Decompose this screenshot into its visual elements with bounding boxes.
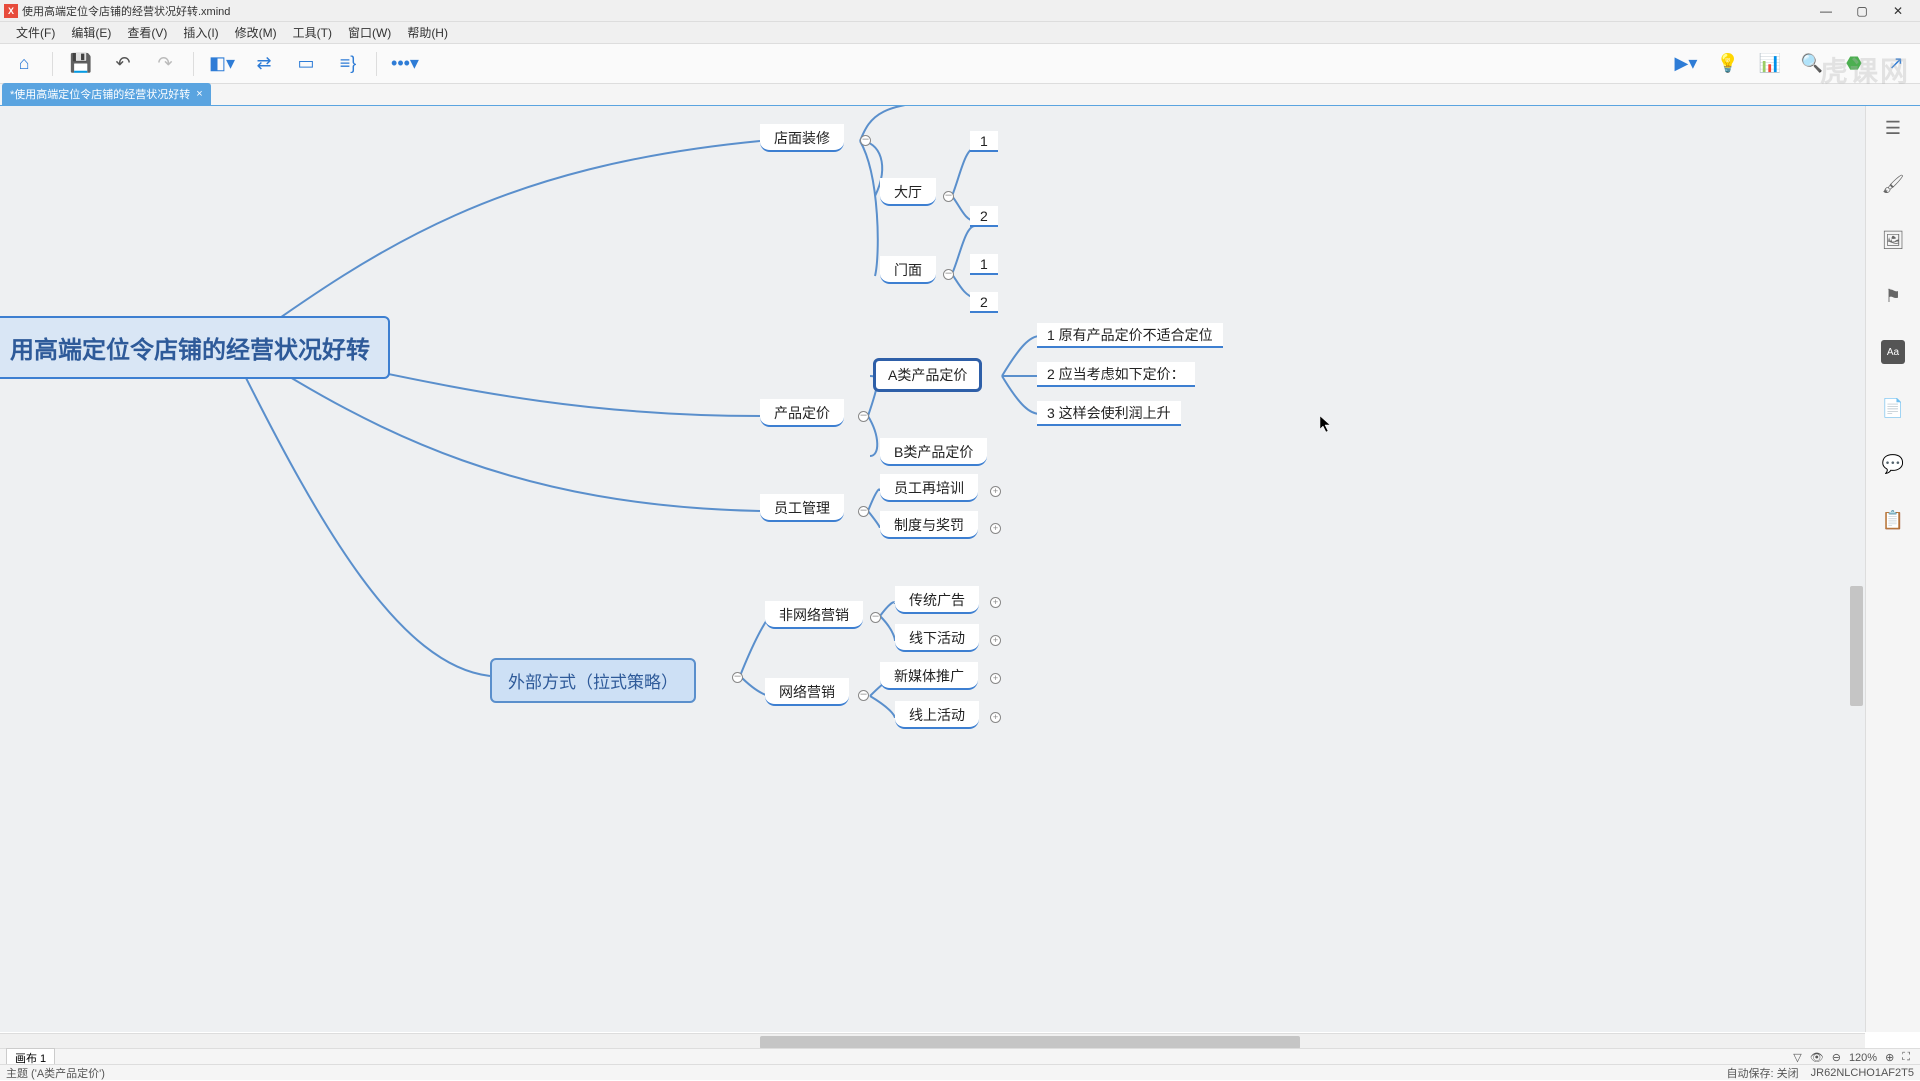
- maximize-button[interactable]: ▢: [1844, 0, 1880, 22]
- right-panel: ☰ 🖌 🖼 ⚑ Aa 📄 💬 📋: [1865, 106, 1920, 1032]
- collapse-icon[interactable]: –: [858, 690, 869, 701]
- tab-close-icon[interactable]: ×: [196, 88, 202, 100]
- idea-icon[interactable]: 💡: [1714, 50, 1742, 78]
- redo-icon[interactable]: ↷: [151, 50, 179, 78]
- task-icon[interactable]: 📋: [1881, 508, 1905, 532]
- node-offline[interactable]: 非网络营销: [765, 601, 863, 629]
- menu-insert[interactable]: 插入(I): [175, 24, 226, 41]
- scroll-thumb[interactable]: [1850, 586, 1863, 706]
- node-front-1[interactable]: 1: [970, 254, 998, 275]
- undo-icon[interactable]: ↶: [109, 50, 137, 78]
- collapse-icon[interactable]: –: [858, 506, 869, 517]
- vertical-scrollbar[interactable]: [1848, 106, 1865, 1032]
- expand-icon[interactable]: +: [990, 486, 1001, 497]
- node-decor[interactable]: 店面装修: [760, 124, 844, 152]
- search-icon[interactable]: 🔍: [1798, 50, 1826, 78]
- menu-help[interactable]: 帮助(H): [399, 24, 456, 41]
- expand-icon[interactable]: +: [990, 673, 1001, 684]
- status-code: JR62NLCHO1AF2T5: [1811, 1067, 1914, 1079]
- boundary-icon[interactable]: ▭: [292, 50, 320, 78]
- image-icon[interactable]: 🖼: [1881, 228, 1905, 252]
- fit-icon[interactable]: ⛶: [1898, 1051, 1914, 1064]
- app-icon: X: [4, 4, 18, 18]
- node-a3[interactable]: 3 这样会使利润上升: [1037, 401, 1181, 426]
- close-button[interactable]: ✕: [1880, 0, 1916, 22]
- zoom-level[interactable]: 120%: [1845, 1052, 1881, 1064]
- node-bpricing[interactable]: B类产品定价: [880, 438, 987, 466]
- menu-window[interactable]: 窗口(W): [340, 24, 399, 41]
- status-topic: 主题 ('A类产品定价'): [6, 1065, 105, 1081]
- node-act[interactable]: 线下活动: [895, 624, 979, 652]
- node-trad[interactable]: 传统广告: [895, 586, 979, 614]
- expand-icon[interactable]: +: [990, 712, 1001, 723]
- window-title: 使用高端定位令店铺的经营状况好转.xmind: [22, 3, 230, 19]
- titlebar: X 使用高端定位令店铺的经营状况好转.xmind — ▢ ✕: [0, 0, 1920, 22]
- document-tab[interactable]: *使用高端定位令店铺的经营状况好转 ×: [2, 83, 211, 105]
- outline-icon[interactable]: ☰: [1881, 116, 1905, 140]
- summary-icon[interactable]: ≡}: [334, 50, 362, 78]
- eye-icon[interactable]: 👁: [1806, 1051, 1828, 1064]
- format-icon[interactable]: 🖌: [1881, 172, 1905, 196]
- share-icon[interactable]: ⬣: [1840, 50, 1868, 78]
- collapse-icon[interactable]: –: [858, 411, 869, 422]
- menu-file[interactable]: 文件(F): [8, 24, 63, 41]
- menubar: 文件(F) 编辑(E) 查看(V) 插入(I) 修改(M) 工具(T) 窗口(W…: [0, 22, 1920, 44]
- export-icon[interactable]: ↗: [1882, 50, 1910, 78]
- node-onlineact[interactable]: 线上活动: [895, 701, 979, 729]
- expand-icon[interactable]: +: [990, 597, 1001, 608]
- home-icon[interactable]: ⌂: [10, 50, 38, 78]
- collapse-icon[interactable]: –: [860, 135, 871, 146]
- node-a1[interactable]: 1 原有产品定价不适合定位: [1037, 323, 1223, 348]
- theme-icon[interactable]: ◧▾: [208, 50, 236, 78]
- node-front[interactable]: 门面: [880, 256, 936, 284]
- collapse-icon[interactable]: –: [870, 612, 881, 623]
- central-topic[interactable]: 用高端定位令店铺的经营状况好转: [0, 316, 390, 379]
- node-hall-2[interactable]: 2: [970, 206, 998, 227]
- node-staff[interactable]: 员工管理: [760, 494, 844, 522]
- status-bar: 主题 ('A类产品定价') 自动保存: 关闭 JR62NLCHO1AF2T5: [0, 1064, 1920, 1080]
- present-icon[interactable]: ▶▾: [1672, 50, 1700, 78]
- filter-icon[interactable]: ▽: [1789, 1051, 1805, 1064]
- label-icon[interactable]: Aa: [1881, 340, 1905, 364]
- menu-view[interactable]: 查看(V): [119, 24, 175, 41]
- save-icon[interactable]: 💾: [67, 50, 95, 78]
- node-newmedia[interactable]: 新媒体推广: [880, 662, 978, 690]
- toolbar: ⌂ 💾 ↶ ↷ ◧▾ ⇄ ▭ ≡} •••▾ ▶▾ 💡 📊 🔍 ⬣ ↗: [0, 44, 1920, 84]
- marker-icon[interactable]: ⚑: [1881, 284, 1905, 308]
- more-icon[interactable]: •••▾: [391, 50, 419, 78]
- collapse-icon[interactable]: –: [943, 191, 954, 202]
- tab-label: *使用高端定位令店铺的经营状况好转: [10, 86, 190, 102]
- menu-modify[interactable]: 修改(M): [227, 24, 285, 41]
- comments-icon[interactable]: 💬: [1881, 452, 1905, 476]
- node-hall[interactable]: 大厅: [880, 178, 936, 206]
- notes-icon[interactable]: 📄: [1881, 396, 1905, 420]
- status-autosave: 自动保存: 关闭: [1727, 1065, 1799, 1081]
- node-pricing[interactable]: 产品定价: [760, 399, 844, 427]
- relationship-icon[interactable]: ⇄: [250, 50, 278, 78]
- node-external[interactable]: 外部方式（拉式策略）: [490, 658, 696, 703]
- collapse-icon[interactable]: –: [732, 672, 743, 683]
- minimize-button[interactable]: —: [1808, 0, 1844, 22]
- node-a2[interactable]: 2 应当考虑如下定价：: [1037, 362, 1195, 387]
- collapse-icon[interactable]: –: [943, 269, 954, 280]
- expand-icon[interactable]: +: [990, 523, 1001, 534]
- zoom-in-button[interactable]: ⊕: [1881, 1051, 1898, 1064]
- node-rule[interactable]: 制度与奖罚: [880, 511, 978, 539]
- gantt-icon[interactable]: 📊: [1756, 50, 1784, 78]
- menu-tools[interactable]: 工具(T): [285, 24, 340, 41]
- tabbar: *使用高端定位令店铺的经营状况好转 ×: [0, 84, 1920, 106]
- expand-icon[interactable]: +: [990, 635, 1001, 646]
- node-front-2[interactable]: 2: [970, 292, 998, 313]
- node-online[interactable]: 网络营销: [765, 678, 849, 706]
- node-hall-1[interactable]: 1: [970, 131, 998, 152]
- menu-edit[interactable]: 编辑(E): [63, 24, 119, 41]
- node-apricing[interactable]: A类产品定价: [873, 358, 982, 392]
- cursor-icon: [1320, 416, 1332, 432]
- zoom-out-button[interactable]: ⊖: [1828, 1051, 1845, 1064]
- connectors: [0, 106, 1865, 1032]
- node-train[interactable]: 员工再培训: [880, 474, 978, 502]
- canvas[interactable]: 用高端定位令店铺的经营状况好转 店面装修 – 大厅 – 1 2 门面 – 1 2…: [0, 106, 1865, 1032]
